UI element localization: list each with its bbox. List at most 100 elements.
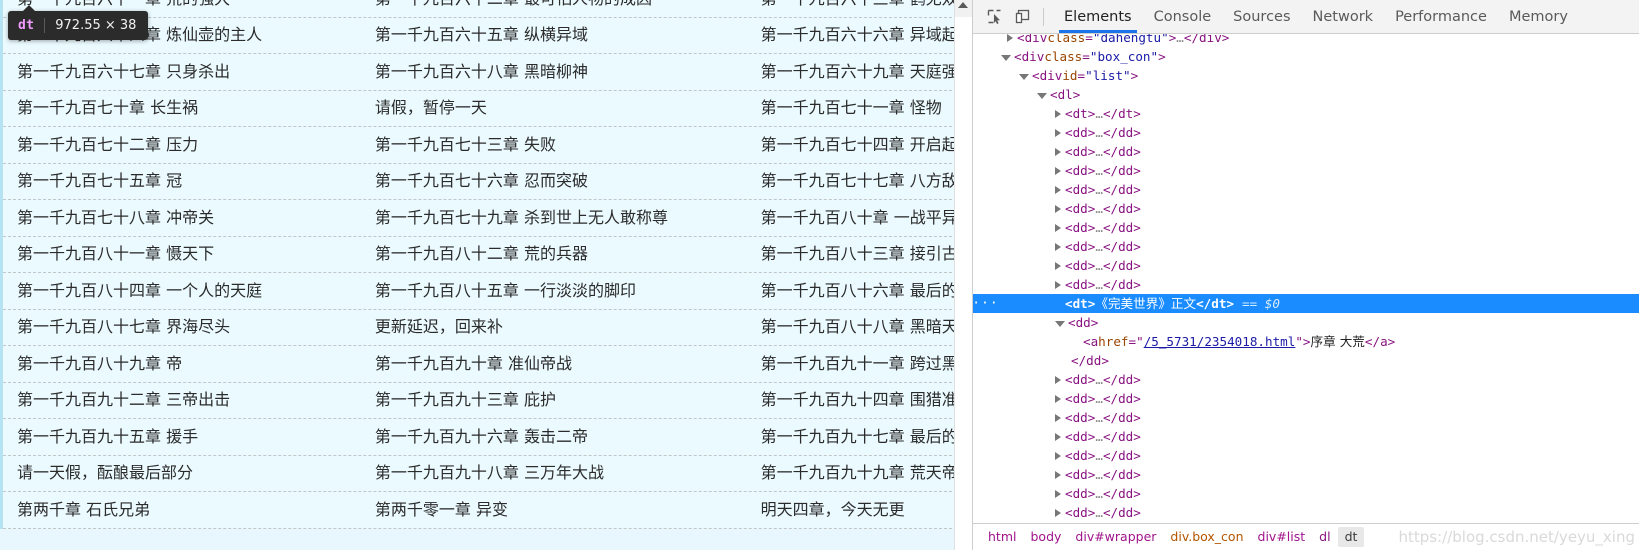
scrollbar-track[interactable] bbox=[955, 17, 972, 550]
dom-node-dd-collapsed[interactable]: <dd>… </dd> bbox=[973, 142, 1639, 161]
dom-node-list[interactable]: <div id = "list" > bbox=[973, 66, 1639, 85]
chapter-link[interactable]: 请一天假，酝酿最后部分 bbox=[3, 455, 375, 491]
chevron-right-icon[interactable] bbox=[1055, 166, 1061, 175]
dom-tree[interactable]: <div class = "dahengtu" >… </div> <div class =… bbox=[973, 34, 1639, 523]
chapter-link[interactable]: 第一千九百七十二章 压力 bbox=[3, 127, 375, 163]
chevron-down-icon[interactable] bbox=[1019, 73, 1029, 80]
scroll-up-arrow-icon[interactable] bbox=[958, 2, 968, 8]
dom-node-dd-collapsed[interactable]: <dd>… </dd> bbox=[973, 180, 1639, 199]
chevron-right-icon[interactable] bbox=[1055, 413, 1061, 422]
dom-node-dd-collapsed[interactable]: <dd>… </dd> bbox=[973, 161, 1639, 180]
chevron-right-icon[interactable] bbox=[1055, 432, 1061, 441]
chevron-down-icon[interactable] bbox=[1037, 92, 1047, 99]
chapter-link[interactable]: 第一千九百七十六章 忍而突破 bbox=[375, 163, 761, 199]
dom-node-dd-open[interactable]: <dd> bbox=[973, 313, 1639, 332]
chapter-link[interactable]: 第一千九百八十一章 慑天下 bbox=[3, 236, 375, 272]
chapter-link[interactable]: 第一千九百八十八章 黑暗天 bbox=[761, 309, 972, 345]
chapter-link[interactable]: 第一千九百七十五章 冠 bbox=[3, 163, 375, 199]
device-toolbar-icon[interactable] bbox=[1009, 4, 1035, 30]
dom-node-dl[interactable]: <dl> bbox=[973, 85, 1639, 104]
chapter-link[interactable]: 第一千九百八十七章 界海尽头 bbox=[3, 309, 375, 345]
chapter-link[interactable]: 第一千九百六十六章 异域起 bbox=[761, 17, 972, 53]
chevron-right-icon[interactable] bbox=[1055, 185, 1061, 194]
chevron-down-icon[interactable] bbox=[1001, 54, 1011, 61]
breadcrumb-item-dl[interactable]: dl bbox=[1312, 527, 1337, 547]
chapter-link[interactable]: 第一千九百九十三章 庇护 bbox=[375, 382, 761, 418]
chevron-right-icon[interactable] bbox=[1055, 451, 1061, 460]
chapter-link[interactable]: 请假，暂停一天 bbox=[375, 90, 761, 126]
chevron-right-icon[interactable] bbox=[1055, 242, 1061, 251]
dom-node-dd-collapsed[interactable]: <dd>… </dd> bbox=[973, 446, 1639, 465]
tab-memory[interactable]: Memory bbox=[1498, 1, 1579, 33]
chevron-right-icon[interactable] bbox=[1055, 204, 1061, 213]
chapter-link[interactable]: 明天四章，今天无更 bbox=[761, 492, 972, 528]
dom-node-dd-collapsed[interactable]: <dd>… </dd> bbox=[973, 275, 1639, 294]
chevron-right-icon[interactable] bbox=[1055, 109, 1061, 118]
chapter-link[interactable]: 第一千九百七十一章 怪物 bbox=[761, 90, 972, 126]
chapter-link[interactable]: 第一千九百九十一章 跨过黑 bbox=[761, 346, 972, 382]
node-dots-badge[interactable]: ··· bbox=[973, 297, 998, 310]
chevron-right-icon[interactable] bbox=[1055, 128, 1061, 137]
chapter-link[interactable]: 第一千九百九十二章 三帝出击 bbox=[3, 382, 375, 418]
chevron-down-icon[interactable] bbox=[1055, 320, 1065, 327]
dom-node-dahengtu[interactable]: <div class = "dahengtu" >… </div> bbox=[973, 34, 1639, 47]
breadcrumb-item-body[interactable]: body bbox=[1023, 527, 1068, 547]
dom-node-dd-collapsed[interactable]: <dd>… </dd> bbox=[973, 503, 1639, 522]
tab-sources[interactable]: Sources bbox=[1222, 1, 1301, 33]
chapter-link[interactable]: 第一千九百九十五章 援手 bbox=[3, 419, 375, 455]
inspect-cursor-icon[interactable] bbox=[981, 4, 1007, 30]
chevron-right-icon[interactable] bbox=[1055, 147, 1061, 156]
chapter-link[interactable]: 第一千九百八十四章 一个人的天庭 bbox=[3, 273, 375, 309]
dom-node-dd-collapsed[interactable]: <dd>… </dd> bbox=[973, 465, 1639, 484]
chapter-link[interactable]: 第一千九百八十五章 一行淡淡的脚印 bbox=[375, 273, 761, 309]
chapter-link[interactable]: 第两千章 石氏兄弟 bbox=[3, 492, 375, 528]
chapter-link[interactable]: 第一千九百九十八章 三万年大战 bbox=[375, 455, 761, 491]
chapter-link[interactable]: 第两千零一章 异变 bbox=[375, 492, 761, 528]
dom-node-dd-collapsed[interactable]: <dd>… </dd> bbox=[973, 408, 1639, 427]
chapter-link[interactable]: 第一千九百七十八章 冲帝关 bbox=[3, 200, 375, 236]
chevron-right-icon[interactable] bbox=[1055, 223, 1061, 232]
dom-node-dd-collapsed[interactable]: <dd>… </dd> bbox=[973, 218, 1639, 237]
chapter-link[interactable]: 第一千九百七十四章 开启起 bbox=[761, 127, 972, 163]
chapter-link[interactable]: 第一千九百七十章 长生祸 bbox=[3, 90, 375, 126]
chapter-link[interactable]: 第一千九百八十三章 接引古 bbox=[761, 236, 972, 272]
chapter-link[interactable]: 第一千九百九十六章 轰击二帝 bbox=[375, 419, 761, 455]
chapter-link[interactable]: 第一千九百七十三章 失败 bbox=[375, 127, 761, 163]
chevron-right-icon[interactable] bbox=[1055, 394, 1061, 403]
chevron-right-icon[interactable] bbox=[1055, 508, 1061, 517]
chapter-link[interactable]: 第一千九百六十三章 鹤无双 bbox=[761, 0, 972, 17]
chapter-link[interactable]: 第一千九百六十八章 黑暗柳神 bbox=[375, 54, 761, 90]
chapter-link[interactable]: 第一千九百九十七章 最后的 bbox=[761, 419, 972, 455]
chevron-right-icon[interactable] bbox=[1055, 470, 1061, 479]
chapter-link[interactable]: 第一千九百八十章 一战平异 bbox=[761, 200, 972, 236]
breadcrumb-item-dt[interactable]: dt bbox=[1337, 527, 1365, 547]
dom-node-dt-selected[interactable]: ··· <dt> 《完美世界》正文 </dt> == $0 bbox=[973, 294, 1639, 313]
dom-node-dd-collapsed[interactable]: <dd>… </dd> bbox=[973, 389, 1639, 408]
dom-node-anchor[interactable]: <a href ="/5_5731/2354018.html "> 序章 大荒 </a> bbox=[973, 332, 1639, 351]
tab-elements[interactable]: Elements bbox=[1053, 1, 1143, 33]
dom-node-dd-collapsed[interactable]: <dd>… </dd> bbox=[973, 370, 1639, 389]
tab-console[interactable]: Console bbox=[1143, 1, 1223, 33]
chapter-link[interactable]: 第一千九百八十二章 荒的兵器 bbox=[375, 236, 761, 272]
dom-node-dd-collapsed[interactable]: <dd>… </dd> bbox=[973, 484, 1639, 503]
breadcrumb-item-div-box_con[interactable]: div.box_con bbox=[1163, 527, 1250, 547]
chapter-link[interactable]: 第一千九百九十九章 荒天帝 bbox=[761, 455, 972, 491]
page-scrollbar[interactable] bbox=[954, 0, 972, 550]
tab-performance[interactable]: Performance bbox=[1384, 1, 1498, 33]
chevron-right-icon[interactable] bbox=[1055, 261, 1061, 270]
chevron-right-icon[interactable] bbox=[1055, 280, 1061, 289]
chapter-link[interactable]: 第一千九百九十章 准仙帝战 bbox=[375, 346, 761, 382]
chapter-link[interactable]: 第一千九百六十七章 只身杀出 bbox=[3, 54, 375, 90]
tab-network[interactable]: Network bbox=[1302, 1, 1385, 33]
dom-node-box-con[interactable]: <div class = "box_con" > bbox=[973, 47, 1639, 66]
dom-node-dd-collapsed[interactable]: <dd>… </dd> bbox=[973, 237, 1639, 256]
chapter-link[interactable]: 第一千九百六十九章 天庭强 bbox=[761, 54, 972, 90]
chapter-link[interactable]: 第一千九百六十五章 纵横异域 bbox=[375, 17, 761, 53]
chapter-link[interactable]: 第一千九百七十七章 八方敌 bbox=[761, 163, 972, 199]
dom-node-dd-collapsed[interactable]: <dd>… </dd> bbox=[973, 256, 1639, 275]
chapter-link[interactable]: 更新延迟，回来补 bbox=[375, 309, 761, 345]
chapter-link[interactable]: 第一千九百六十二章 最可怕人物的成因 bbox=[375, 0, 761, 17]
dom-node-dd-close[interactable]: </dd> bbox=[973, 351, 1639, 370]
dom-node-dd-collapsed[interactable]: <dd>… </dd> bbox=[973, 427, 1639, 446]
dom-node-dd-collapsed[interactable]: <dd>… </dd> bbox=[973, 199, 1639, 218]
